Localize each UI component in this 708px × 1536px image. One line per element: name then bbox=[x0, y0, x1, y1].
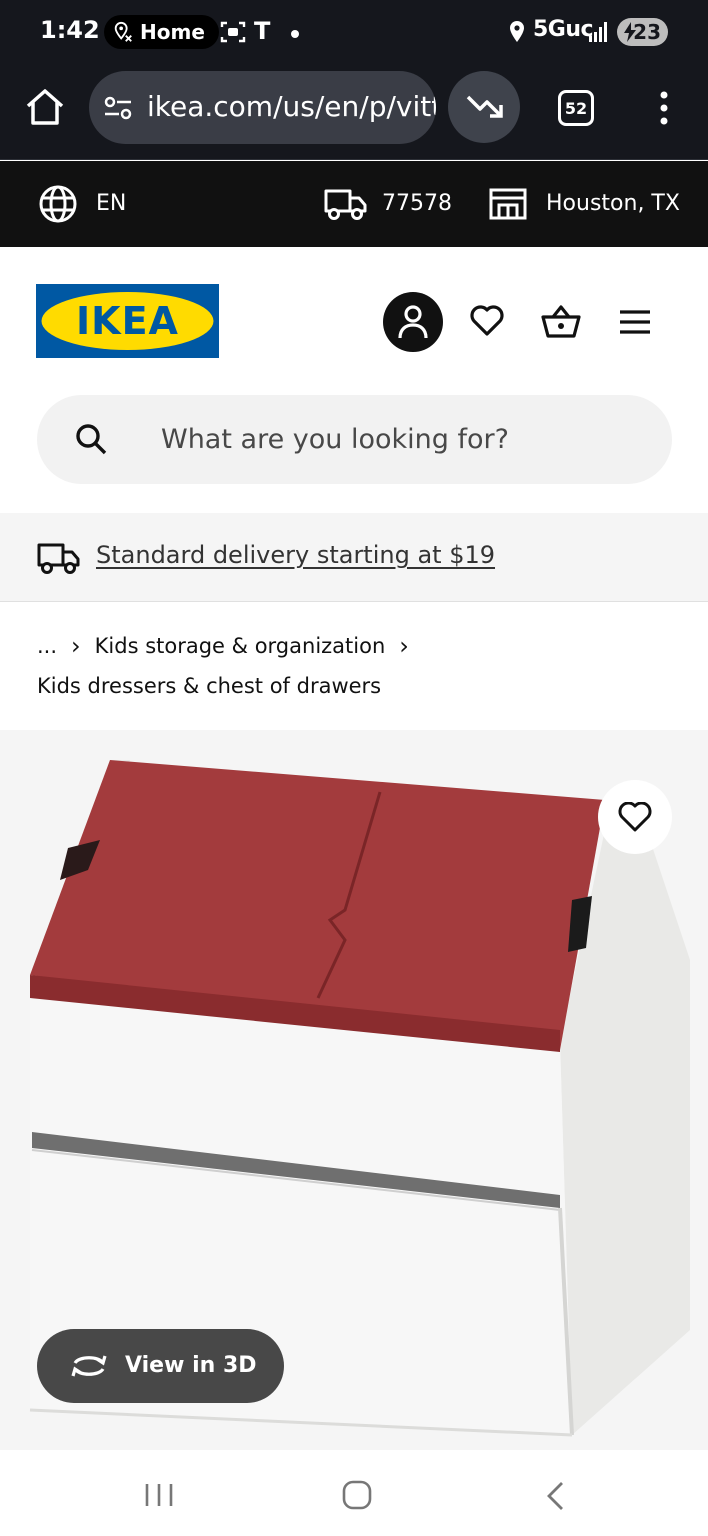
chevron-right-icon: › bbox=[399, 632, 409, 660]
address-bar[interactable]: ikea.com/us/en/p/vitt bbox=[89, 71, 436, 144]
delivery-info-link[interactable]: Standard delivery starting at $19 bbox=[96, 541, 495, 569]
url-text: ikea.com/us/en/p/vitt bbox=[147, 90, 436, 123]
location-pin-icon bbox=[114, 21, 132, 42]
truck-icon[interactable] bbox=[324, 187, 368, 221]
breadcrumb-item-kids-dressers[interactable]: Kids dressers & chest of drawers bbox=[37, 666, 677, 706]
shopping-bag-icon[interactable] bbox=[541, 303, 581, 339]
chevron-right-icon: › bbox=[71, 632, 81, 660]
ikea-logo-graphic: IKEA bbox=[36, 284, 219, 358]
delivery-banner: Standard delivery starting at $19 bbox=[0, 513, 708, 602]
face-scan-icon bbox=[220, 21, 246, 43]
heart-icon[interactable] bbox=[470, 305, 504, 337]
search-bar[interactable] bbox=[37, 395, 672, 484]
tab-switcher-icon[interactable]: 52 bbox=[558, 90, 594, 126]
rotate-3d-icon bbox=[71, 1355, 107, 1377]
browser-toolbar: ikea.com/us/en/p/vitt 52 bbox=[0, 62, 708, 160]
price-tracking-button[interactable] bbox=[448, 71, 520, 143]
trending-down-icon bbox=[466, 95, 503, 118]
account-icon bbox=[398, 305, 428, 339]
store-location[interactable]: Houston, TX bbox=[546, 191, 680, 216]
account-button[interactable] bbox=[383, 292, 443, 352]
overflow-menu-icon[interactable] bbox=[654, 90, 674, 126]
site-settings-icon[interactable] bbox=[103, 95, 133, 121]
location-strip: EN 77578 Houston, TX bbox=[0, 161, 708, 247]
hamburger-menu-icon[interactable] bbox=[618, 308, 652, 336]
delivery-truck-icon bbox=[37, 543, 80, 574]
zip-code[interactable]: 77578 bbox=[382, 191, 452, 216]
logo-text: IKEA bbox=[76, 299, 179, 343]
home-icon[interactable] bbox=[24, 86, 66, 128]
home-pill-label: Home bbox=[140, 20, 205, 44]
signal-icon bbox=[589, 22, 607, 42]
language-selector[interactable]: EN bbox=[96, 191, 126, 216]
search-icon[interactable] bbox=[75, 423, 107, 455]
battery-icon: 23 bbox=[617, 18, 668, 46]
breadcrumb-ellipsis[interactable]: ... bbox=[37, 626, 57, 666]
recents-icon[interactable] bbox=[143, 1482, 175, 1508]
breadcrumb-item-kids-storage[interactable]: Kids storage & organization bbox=[95, 626, 386, 666]
ikea-logo[interactable]: IKEA bbox=[36, 284, 219, 358]
network-type: 5Guc bbox=[533, 17, 594, 42]
home-location-pill[interactable]: Home bbox=[104, 15, 219, 49]
back-icon[interactable] bbox=[544, 1480, 566, 1512]
notification-dot bbox=[291, 30, 299, 38]
home-circle-icon[interactable] bbox=[342, 1480, 372, 1510]
tab-count: 52 bbox=[564, 98, 588, 118]
location-icon bbox=[510, 21, 524, 42]
android-nav-bar bbox=[0, 1450, 708, 1536]
save-to-list-button[interactable] bbox=[598, 780, 672, 854]
t-indicator: T bbox=[254, 17, 271, 45]
heart-icon bbox=[618, 802, 652, 832]
status-bar: 1:42 Home T 5Guc 23 bbox=[0, 0, 708, 62]
store-icon[interactable] bbox=[488, 187, 528, 221]
view-in-3d-label: View in 3D bbox=[125, 1353, 257, 1378]
breadcrumb: ... › Kids storage & organization › Kids… bbox=[37, 626, 677, 706]
globe-icon[interactable] bbox=[38, 184, 78, 224]
search-input[interactable] bbox=[161, 417, 641, 461]
status-time: 1:42 bbox=[40, 16, 100, 44]
view-in-3d-button[interactable]: View in 3D bbox=[37, 1329, 284, 1403]
battery-saver-icon bbox=[624, 22, 636, 42]
